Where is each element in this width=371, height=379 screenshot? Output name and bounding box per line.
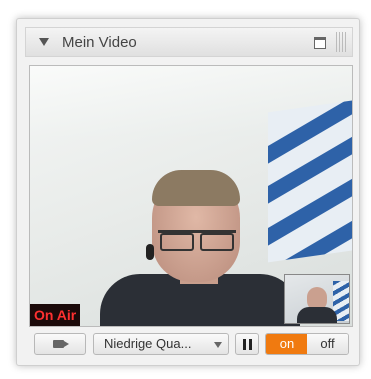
pause-icon (243, 339, 253, 350)
broadcast-toggle[interactable]: on off (265, 333, 349, 355)
on-air-badge: On Air (30, 304, 81, 326)
collapse-icon[interactable] (39, 38, 49, 46)
quality-select-value: Niedrige Qua... (104, 336, 192, 351)
chevron-down-icon (214, 342, 222, 348)
video-feed: On Air (29, 65, 353, 327)
panel-header: Mein Video (25, 27, 353, 57)
panel-title: Mein Video (62, 34, 137, 51)
headset (146, 244, 154, 260)
window-icon[interactable] (314, 37, 326, 49)
toggle-on[interactable]: on (266, 334, 308, 354)
video-controls: Niedrige Qua... on off (29, 331, 353, 357)
self-view-thumbnail[interactable] (284, 274, 350, 324)
quality-select[interactable]: Niedrige Qua... (93, 333, 229, 355)
pause-button[interactable] (235, 333, 259, 355)
grip-icon[interactable] (336, 32, 346, 52)
person-hair (152, 170, 240, 206)
camera-icon (53, 340, 64, 348)
toggle-off[interactable]: off (307, 334, 348, 354)
wall-artwork (268, 99, 352, 263)
camera-button[interactable] (34, 333, 86, 355)
video-panel: Mein Video On Air Niedrige Qua... on off (16, 18, 360, 366)
person-glasses (158, 230, 236, 251)
